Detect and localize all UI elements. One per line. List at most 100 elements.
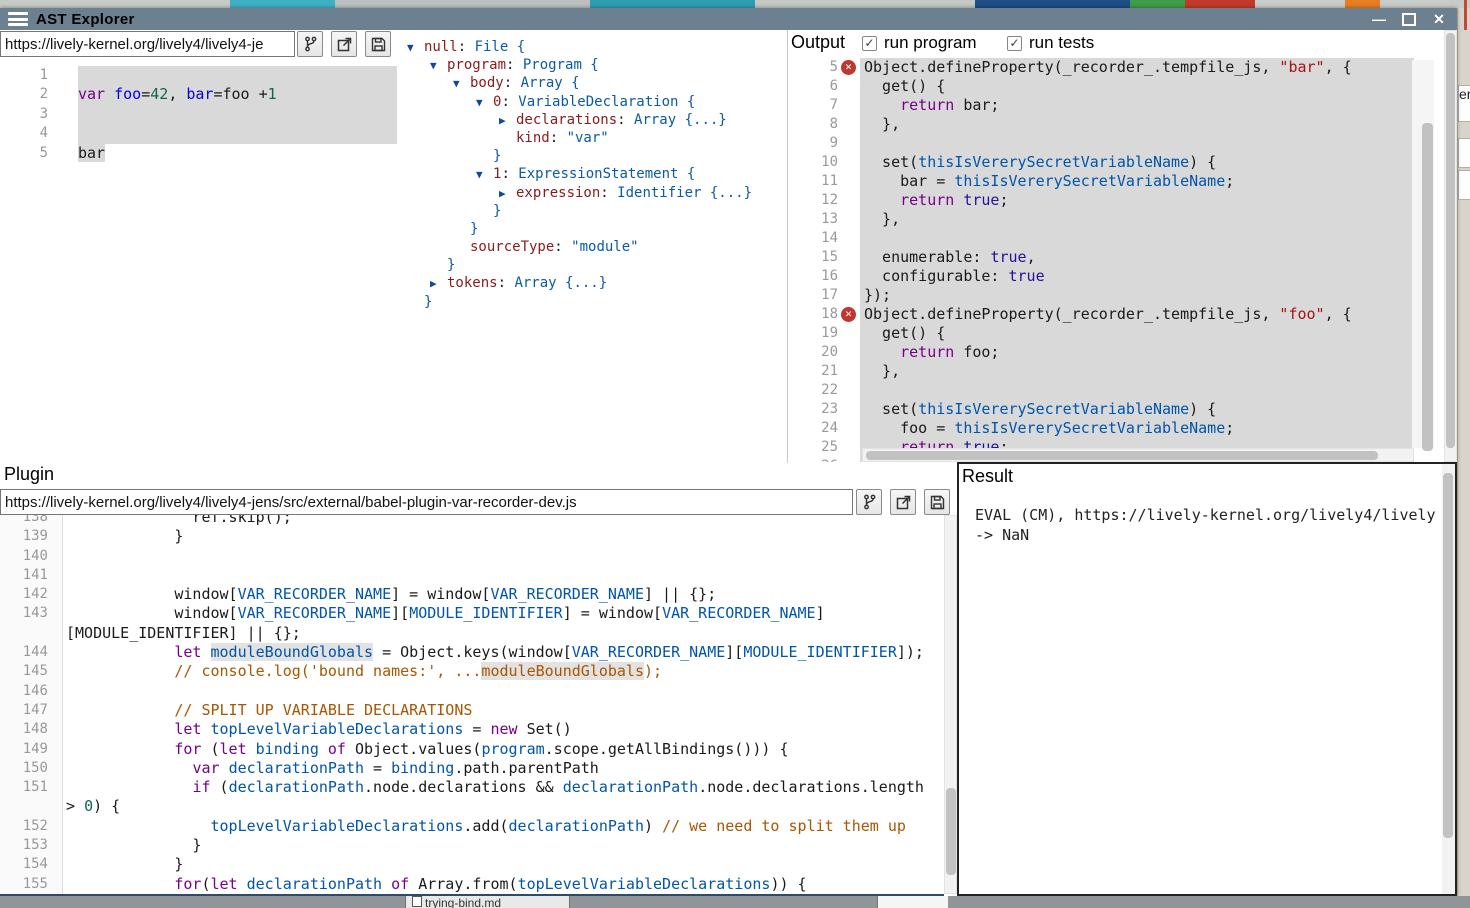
code-line[interactable]: 14 <box>790 229 1414 248</box>
output-editor[interactable]: 5✕Object.defineProperty(_recorder_.tempf… <box>790 56 1414 462</box>
code-line[interactable]: 141 <box>0 566 944 585</box>
plugin-open-button[interactable] <box>890 489 916 515</box>
code-line[interactable]: 19 get() { <box>790 324 1414 343</box>
code-line[interactable]: 6 get() { <box>790 77 1414 96</box>
output-vscrollbar-thumb[interactable] <box>1422 123 1433 451</box>
ast-node[interactable]: } <box>407 202 786 220</box>
plugin-editor[interactable]: 138 ref.skip();139 }140141142 window[VAR… <box>0 515 944 894</box>
maximize-button[interactable] <box>1398 10 1420 28</box>
source-save-button[interactable] <box>365 31 391 57</box>
code-line[interactable]: 5bar <box>0 144 397 163</box>
output-hscrollbar-thumb[interactable] <box>866 451 1378 460</box>
code-line[interactable]: [MODULE_IDENTIFIER] || {}; <box>0 624 944 643</box>
code-line[interactable]: 22 <box>790 381 1414 400</box>
ast-node[interactable]: ▼0: VariableDeclaration { <box>407 93 786 111</box>
collapse-icon[interactable]: ▼ <box>476 166 493 184</box>
window-vscrollbar-thumb[interactable] <box>1446 33 1455 448</box>
code-line[interactable]: 5✕Object.defineProperty(_recorder_.tempf… <box>790 58 1414 77</box>
code-line[interactable]: 147 // SPLIT UP VARIABLE DECLARATIONS <box>0 701 944 720</box>
error-icon[interactable]: ✕ <box>841 307 856 322</box>
expand-icon[interactable]: ▶ <box>499 185 516 203</box>
ast-node[interactable]: ▶declarations: Array {...} <box>407 111 786 129</box>
code-text: Object.defineProperty(_recorder_.tempfil… <box>860 305 1414 324</box>
code-line[interactable]: 138 ref.skip(); <box>0 515 944 527</box>
close-button[interactable]: ✕ <box>1428 10 1450 28</box>
code-line[interactable]: 143 window[VAR_RECORDER_NAME][MODULE_IDE… <box>0 604 944 623</box>
code-line[interactable]: > 0) { <box>0 797 944 816</box>
code-line[interactable]: 2var foo=42, bar=foo +1 <box>0 85 397 104</box>
code-line[interactable]: 8 }, <box>790 115 1414 134</box>
code-line[interactable]: 139 } <box>0 527 944 546</box>
code-line[interactable]: 21 }, <box>790 362 1414 381</box>
code-line[interactable]: 12 return true; <box>790 191 1414 210</box>
code-line[interactable]: 149 for (let binding of Object.values(pr… <box>0 740 944 759</box>
ast-node[interactable]: ▼1: ExpressionStatement { <box>407 165 786 183</box>
plugin-save-button[interactable] <box>924 489 950 515</box>
code-line[interactable]: 16 configurable: true <box>790 267 1414 286</box>
ast-node[interactable]: ▶tokens: Array {...} <box>407 274 786 292</box>
titlebar[interactable] <box>0 8 1457 30</box>
ast-node[interactable]: } <box>407 293 786 311</box>
code-line[interactable]: 3 <box>0 105 397 124</box>
code-line[interactable]: 24 foo = thisIsVererySecretVariableName; <box>790 419 1414 438</box>
code-line[interactable]: 1 <box>0 66 397 85</box>
code-line[interactable]: 151 if (declarationPath.node.declaration… <box>0 778 944 797</box>
code-line[interactable]: 153 } <box>0 836 944 855</box>
code-line[interactable]: 15 enumerable: true, <box>790 248 1414 267</box>
source-editor[interactable]: 12var foo=42, bar=foo +1345bar <box>0 58 397 463</box>
code-line[interactable]: 20 return foo; <box>790 343 1414 362</box>
error-icon[interactable]: ✕ <box>841 60 856 75</box>
result-vscrollbar[interactable] <box>1442 464 1455 894</box>
line-number: 140 <box>0 547 48 566</box>
ast-node[interactable]: ▼program: Program { <box>407 56 786 74</box>
code-line[interactable]: 11 bar = thisIsVererySecretVariableName; <box>790 172 1414 191</box>
run-program-checkbox[interactable]: ✓ <box>862 36 877 51</box>
code-line[interactable]: 155 for(let declarationPath of Array.fro… <box>0 875 944 894</box>
ast-node[interactable]: sourceType: "module" <box>407 238 786 256</box>
plugin-fork-button[interactable] <box>856 489 882 515</box>
code-line[interactable]: 18✕Object.defineProperty(_recorder_.temp… <box>790 305 1414 324</box>
code-line[interactable]: 145 // console.log('bound names:', ...mo… <box>0 662 944 681</box>
code-line[interactable]: 152 topLevelVariableDeclarations.add(dec… <box>0 817 944 836</box>
code-line[interactable]: 7 return bar; <box>790 96 1414 115</box>
code-line[interactable]: 9 <box>790 134 1414 153</box>
menu-icon[interactable] <box>8 12 28 26</box>
code-line[interactable]: 142 window[VAR_RECORDER_NAME] = window[V… <box>0 585 944 604</box>
code-line[interactable]: 10 set(thisIsVererySecretVariableName) { <box>790 153 1414 172</box>
run-tests-checkbox[interactable]: ✓ <box>1007 36 1022 51</box>
code-line[interactable]: 148 let topLevelVariableDeclarations = n… <box>0 720 944 739</box>
output-hscrollbar[interactable] <box>862 448 1414 462</box>
collapse-icon[interactable]: ▼ <box>476 94 493 112</box>
plugin-vscrollbar[interactable] <box>944 515 957 894</box>
ast-node[interactable]: ▶expression: Identifier {...} <box>407 184 786 202</box>
ast-node[interactable]: ▼body: Array { <box>407 74 786 92</box>
result-vscrollbar-thumb[interactable] <box>1443 473 1453 838</box>
code-line[interactable]: 144 let moduleBoundGlobals = Object.keys… <box>0 643 944 662</box>
ast-node[interactable]: } <box>407 147 786 165</box>
collapse-icon[interactable]: ▼ <box>407 39 424 57</box>
code-line[interactable]: 13 }, <box>790 210 1414 229</box>
ast-node[interactable]: } <box>407 256 786 274</box>
window-vscrollbar[interactable] <box>1444 30 1457 462</box>
source-url-input[interactable] <box>0 31 295 57</box>
source-open-button[interactable] <box>331 31 357 57</box>
code-line[interactable]: 140 <box>0 547 944 566</box>
ast-node[interactable]: ▼null: File { <box>407 38 786 56</box>
plugin-vscrollbar-thumb[interactable] <box>946 788 956 875</box>
source-fork-button[interactable] <box>297 31 323 57</box>
ast-node[interactable]: kind: "var" <box>407 129 786 147</box>
output-vscrollbar[interactable] <box>1412 60 1434 448</box>
code-line[interactable]: 146 <box>0 682 944 701</box>
collapse-icon[interactable]: ▼ <box>430 57 447 75</box>
code-line[interactable]: 4 <box>0 124 397 143</box>
code-line[interactable]: 23 set(thisIsVererySecretVariableName) { <box>790 400 1414 419</box>
expand-icon[interactable]: ▶ <box>499 112 516 130</box>
code-line[interactable]: 154 } <box>0 855 944 874</box>
expand-icon[interactable]: ▶ <box>430 275 447 293</box>
collapse-icon[interactable]: ▼ <box>453 75 470 93</box>
plugin-url-input[interactable] <box>0 489 853 515</box>
code-line[interactable]: 150 var declarationPath = binding.path.p… <box>0 759 944 778</box>
code-line[interactable]: 17}); <box>790 286 1414 305</box>
ast-node[interactable]: } <box>407 220 786 238</box>
minimize-button[interactable]: — <box>1368 10 1390 28</box>
